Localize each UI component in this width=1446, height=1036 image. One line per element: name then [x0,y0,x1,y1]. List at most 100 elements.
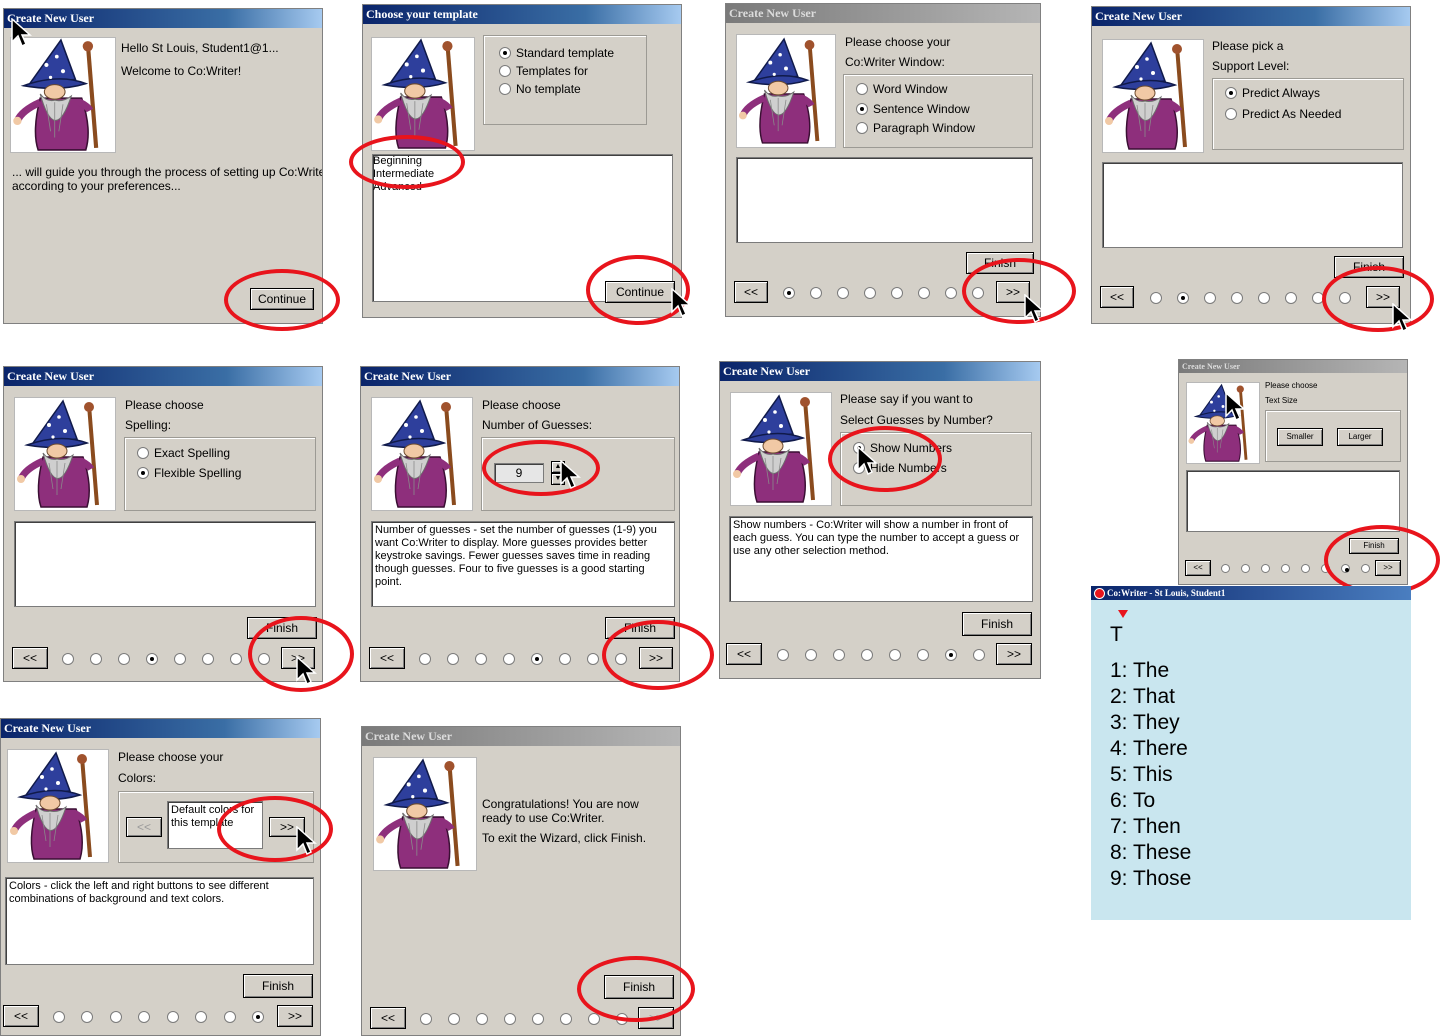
smaller-button[interactable]: Smaller [1277,428,1323,446]
step-dot [224,1011,236,1023]
cowriter-prediction-window: Co:Writer - St Louis, Student1 T 1: The … [1091,586,1411,920]
question-text-2: Text Size [1265,396,1298,405]
continue-button[interactable]: Continue [250,288,314,310]
radio-word-window[interactable]: Word Window [856,82,947,96]
next-button[interactable]: >> [996,281,1030,303]
radio-no-template[interactable]: No template [499,82,581,96]
template-list[interactable]: Beginning Intermediate Advanced [372,154,673,302]
wizard-image [10,37,116,153]
prediction-item[interactable]: 9: Those [1110,866,1191,892]
dialog-title: Create New User [1092,7,1410,26]
finish-button[interactable]: Finish [247,617,317,639]
radio-templates-for[interactable]: Templates for [499,64,588,78]
next-button[interactable]: >> [638,1007,674,1029]
dialog-title: Create New User [1,719,320,738]
back-button[interactable]: << [3,1005,39,1027]
step-dot [1281,564,1290,573]
dialog-welcome: Create New User Hello St Louis, Student1… [3,8,323,324]
step-dot [1301,564,1310,573]
larger-button[interactable]: Larger [1337,428,1383,446]
previous-color-button[interactable]: << [126,817,162,837]
step-dot [252,1011,264,1023]
next-button[interactable]: >> [996,643,1032,665]
radio-exact-spelling[interactable]: Exact Spelling [137,446,230,460]
step-dot [447,653,459,665]
finish-button[interactable]: Finish [1349,538,1399,554]
spinner-down-button[interactable]: ▼ [551,473,565,485]
back-button[interactable]: << [1100,286,1134,308]
prediction-item[interactable]: 2: That [1110,684,1175,710]
dialog-colors: Create New User Please choose your Color… [0,718,321,1036]
step-indicator [420,1013,628,1025]
back-button[interactable]: << [369,647,405,669]
list-item[interactable]: Beginning [373,155,672,168]
step-dot [1312,292,1324,304]
back-button[interactable]: << [1185,560,1211,576]
description-box [736,157,1033,243]
next-color-button[interactable]: >> [269,817,305,837]
back-button[interactable]: << [12,647,48,669]
step-indicator [1150,292,1351,304]
list-item[interactable]: Intermediate [373,168,672,181]
step-dot [138,1011,150,1023]
back-button[interactable]: << [734,281,768,303]
finish-button[interactable]: Finish [243,974,313,998]
next-button[interactable]: >> [639,647,673,669]
radio-predict-as-needed[interactable]: Predict As Needed [1225,107,1341,121]
list-item[interactable]: Advanced [373,181,672,194]
prediction-item[interactable]: 1: The [1110,658,1169,684]
prediction-item[interactable]: 4: There [1110,736,1188,762]
finish-button[interactable]: Finish [1334,256,1404,278]
radio-paragraph-window[interactable]: Paragraph Window [856,121,975,135]
wizard-image [371,397,473,511]
step-dot [864,287,876,299]
radio-hide-numbers[interactable]: Hide Numbers [853,461,947,475]
step-indicator [53,1011,264,1023]
spinner-up-button[interactable]: ▲ [551,461,565,473]
next-button[interactable]: >> [1366,286,1400,308]
guesses-spinner-input[interactable]: 9 [494,463,544,483]
step-dot [53,1011,65,1023]
dialog-text-size: Create New User Please choose Text Size … [1178,359,1408,585]
step-dot [1258,292,1270,304]
step-dot [1231,292,1243,304]
step-dot [777,649,789,661]
prediction-item[interactable]: 6: To [1110,788,1155,814]
prediction-item[interactable]: 3: They [1110,710,1180,736]
back-button[interactable]: << [370,1007,406,1029]
finish-button[interactable]: Finish [966,252,1034,274]
wizard-image [373,757,477,871]
question-text: Please choose your [845,35,951,49]
next-button[interactable]: >> [277,1005,313,1027]
question-text: Please say if you want to [840,392,973,406]
step-dot [1341,564,1350,573]
radio-show-numbers[interactable]: Show Numbers [853,441,952,455]
prediction-item[interactable]: 8: These [1110,840,1191,866]
prediction-item[interactable]: 5: This [1110,762,1173,788]
step-dot [62,653,74,665]
radio-predict-always[interactable]: Predict Always [1225,86,1320,100]
radio-flexible-spelling[interactable]: Flexible Spelling [137,466,241,480]
question-text: Please choose [125,398,204,412]
radio-sentence-window[interactable]: Sentence Window [856,102,970,116]
intro-text: ... will guide you through the process o… [12,165,323,179]
step-dot [1221,564,1230,573]
finish-button[interactable]: Finish [604,975,674,999]
step-dot [146,653,158,665]
prediction-item[interactable]: 7: Then [1110,814,1181,840]
wizard-image [1102,39,1204,153]
dialog-title: Create New User [4,367,322,386]
next-button[interactable]: >> [1375,560,1401,576]
finish-button[interactable]: Finish [962,612,1032,636]
step-dot [110,1011,122,1023]
step-dot [419,653,431,665]
step-dot [559,653,571,665]
next-button[interactable]: >> [281,647,315,669]
back-button[interactable]: << [726,643,762,665]
congratulations-text: Congratulations! You are now ready to us… [482,797,639,825]
radio-standard-template[interactable]: Standard template [499,46,614,60]
dialog-support-level: Create New User Please pick a Support Le… [1091,6,1411,324]
step-dot [918,287,930,299]
continue-button[interactable]: Continue [605,281,675,303]
finish-button[interactable]: Finish [605,617,675,639]
